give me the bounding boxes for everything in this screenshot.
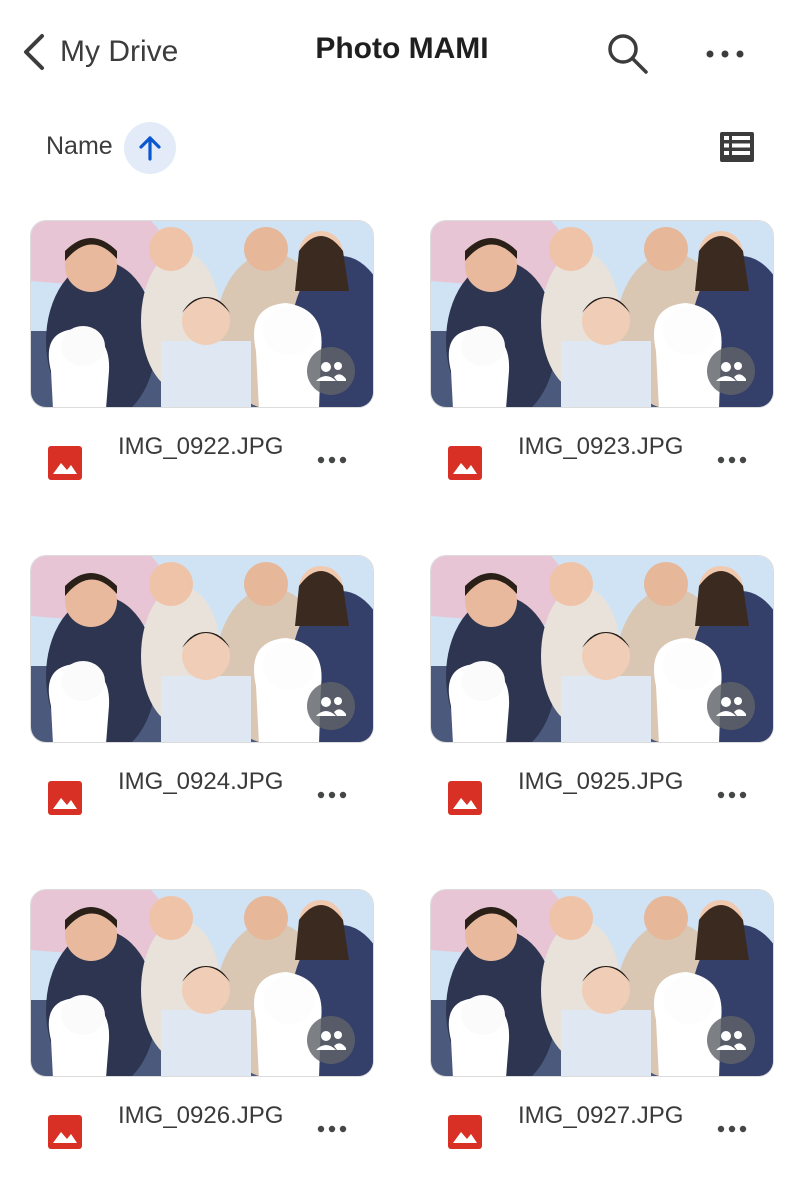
back-button[interactable]: My Drive bbox=[18, 26, 178, 78]
file-name[interactable]: IMG_0926.JPG bbox=[118, 1097, 293, 1135]
sort-bar: Name bbox=[0, 112, 804, 182]
shared-badge bbox=[707, 347, 755, 395]
photo-thumbnail[interactable] bbox=[30, 555, 374, 743]
photo-thumbnail[interactable] bbox=[30, 220, 374, 408]
arrow-up-icon bbox=[139, 136, 161, 161]
search-icon bbox=[608, 34, 648, 74]
photo-thumbnail[interactable] bbox=[430, 889, 774, 1077]
photo-thumbnail[interactable] bbox=[30, 889, 374, 1077]
more-horiz-icon[interactable] bbox=[712, 1109, 752, 1149]
shared-badge bbox=[307, 1016, 355, 1064]
image-file-icon bbox=[48, 446, 82, 480]
group-photo-image bbox=[431, 556, 773, 742]
file-name[interactable]: IMG_0924.JPG bbox=[118, 763, 293, 801]
more-horiz-icon[interactable] bbox=[712, 775, 752, 815]
more-horiz-icon[interactable] bbox=[312, 775, 352, 815]
image-file-icon bbox=[48, 1115, 82, 1149]
sort-direction-button[interactable] bbox=[124, 122, 176, 174]
group-photo-image bbox=[31, 556, 373, 742]
list-view-icon bbox=[720, 132, 754, 162]
file-card[interactable]: IMG_0927.JPG bbox=[430, 889, 774, 1189]
list-view-toggle[interactable] bbox=[718, 130, 756, 164]
file-name[interactable]: IMG_0923.JPG bbox=[518, 428, 693, 466]
photo-thumbnail[interactable] bbox=[430, 555, 774, 743]
group-photo-image bbox=[31, 890, 373, 1076]
image-file-icon bbox=[48, 781, 82, 815]
group-photo-image bbox=[431, 890, 773, 1076]
file-card[interactable]: IMG_0926.JPG bbox=[30, 889, 374, 1189]
photo-thumbnail[interactable] bbox=[430, 220, 774, 408]
file-card[interactable]: IMG_0922.JPG bbox=[30, 220, 374, 520]
file-info-row: IMG_0922.JPG bbox=[30, 420, 374, 510]
file-info-row: IMG_0924.JPG bbox=[30, 755, 374, 845]
chevron-left-icon bbox=[24, 34, 44, 70]
image-file-icon bbox=[448, 446, 482, 480]
group-photo-image bbox=[431, 221, 773, 407]
file-card[interactable]: IMG_0924.JPG bbox=[30, 555, 374, 855]
image-file-icon bbox=[448, 781, 482, 815]
file-card[interactable]: IMG_0923.JPG bbox=[430, 220, 774, 520]
top-app-bar: My Drive Photo MAMI bbox=[0, 0, 804, 104]
group-photo-image bbox=[31, 221, 373, 407]
image-file-icon bbox=[448, 1115, 482, 1149]
file-name[interactable]: IMG_0925.JPG bbox=[518, 763, 693, 801]
shared-badge bbox=[307, 347, 355, 395]
back-label: My Drive bbox=[60, 35, 179, 68]
shared-badge bbox=[307, 682, 355, 730]
file-info-row: IMG_0927.JPG bbox=[430, 1089, 774, 1179]
search-button[interactable] bbox=[604, 30, 652, 78]
file-name[interactable]: IMG_0927.JPG bbox=[518, 1097, 693, 1135]
more-horiz-icon bbox=[706, 50, 744, 58]
file-name[interactable]: IMG_0922.JPG bbox=[118, 428, 293, 466]
more-horiz-icon[interactable] bbox=[312, 440, 352, 480]
more-horiz-icon[interactable] bbox=[712, 440, 752, 480]
shared-badge bbox=[707, 1016, 755, 1064]
file-info-row: IMG_0923.JPG bbox=[430, 420, 774, 510]
more-options-button[interactable] bbox=[700, 34, 750, 74]
shared-badge bbox=[707, 682, 755, 730]
file-info-row: IMG_0925.JPG bbox=[430, 755, 774, 845]
file-card[interactable]: IMG_0925.JPG bbox=[430, 555, 774, 855]
sort-field-label[interactable]: Name bbox=[46, 132, 113, 161]
more-horiz-icon[interactable] bbox=[312, 1109, 352, 1149]
file-info-row: IMG_0926.JPG bbox=[30, 1089, 374, 1179]
